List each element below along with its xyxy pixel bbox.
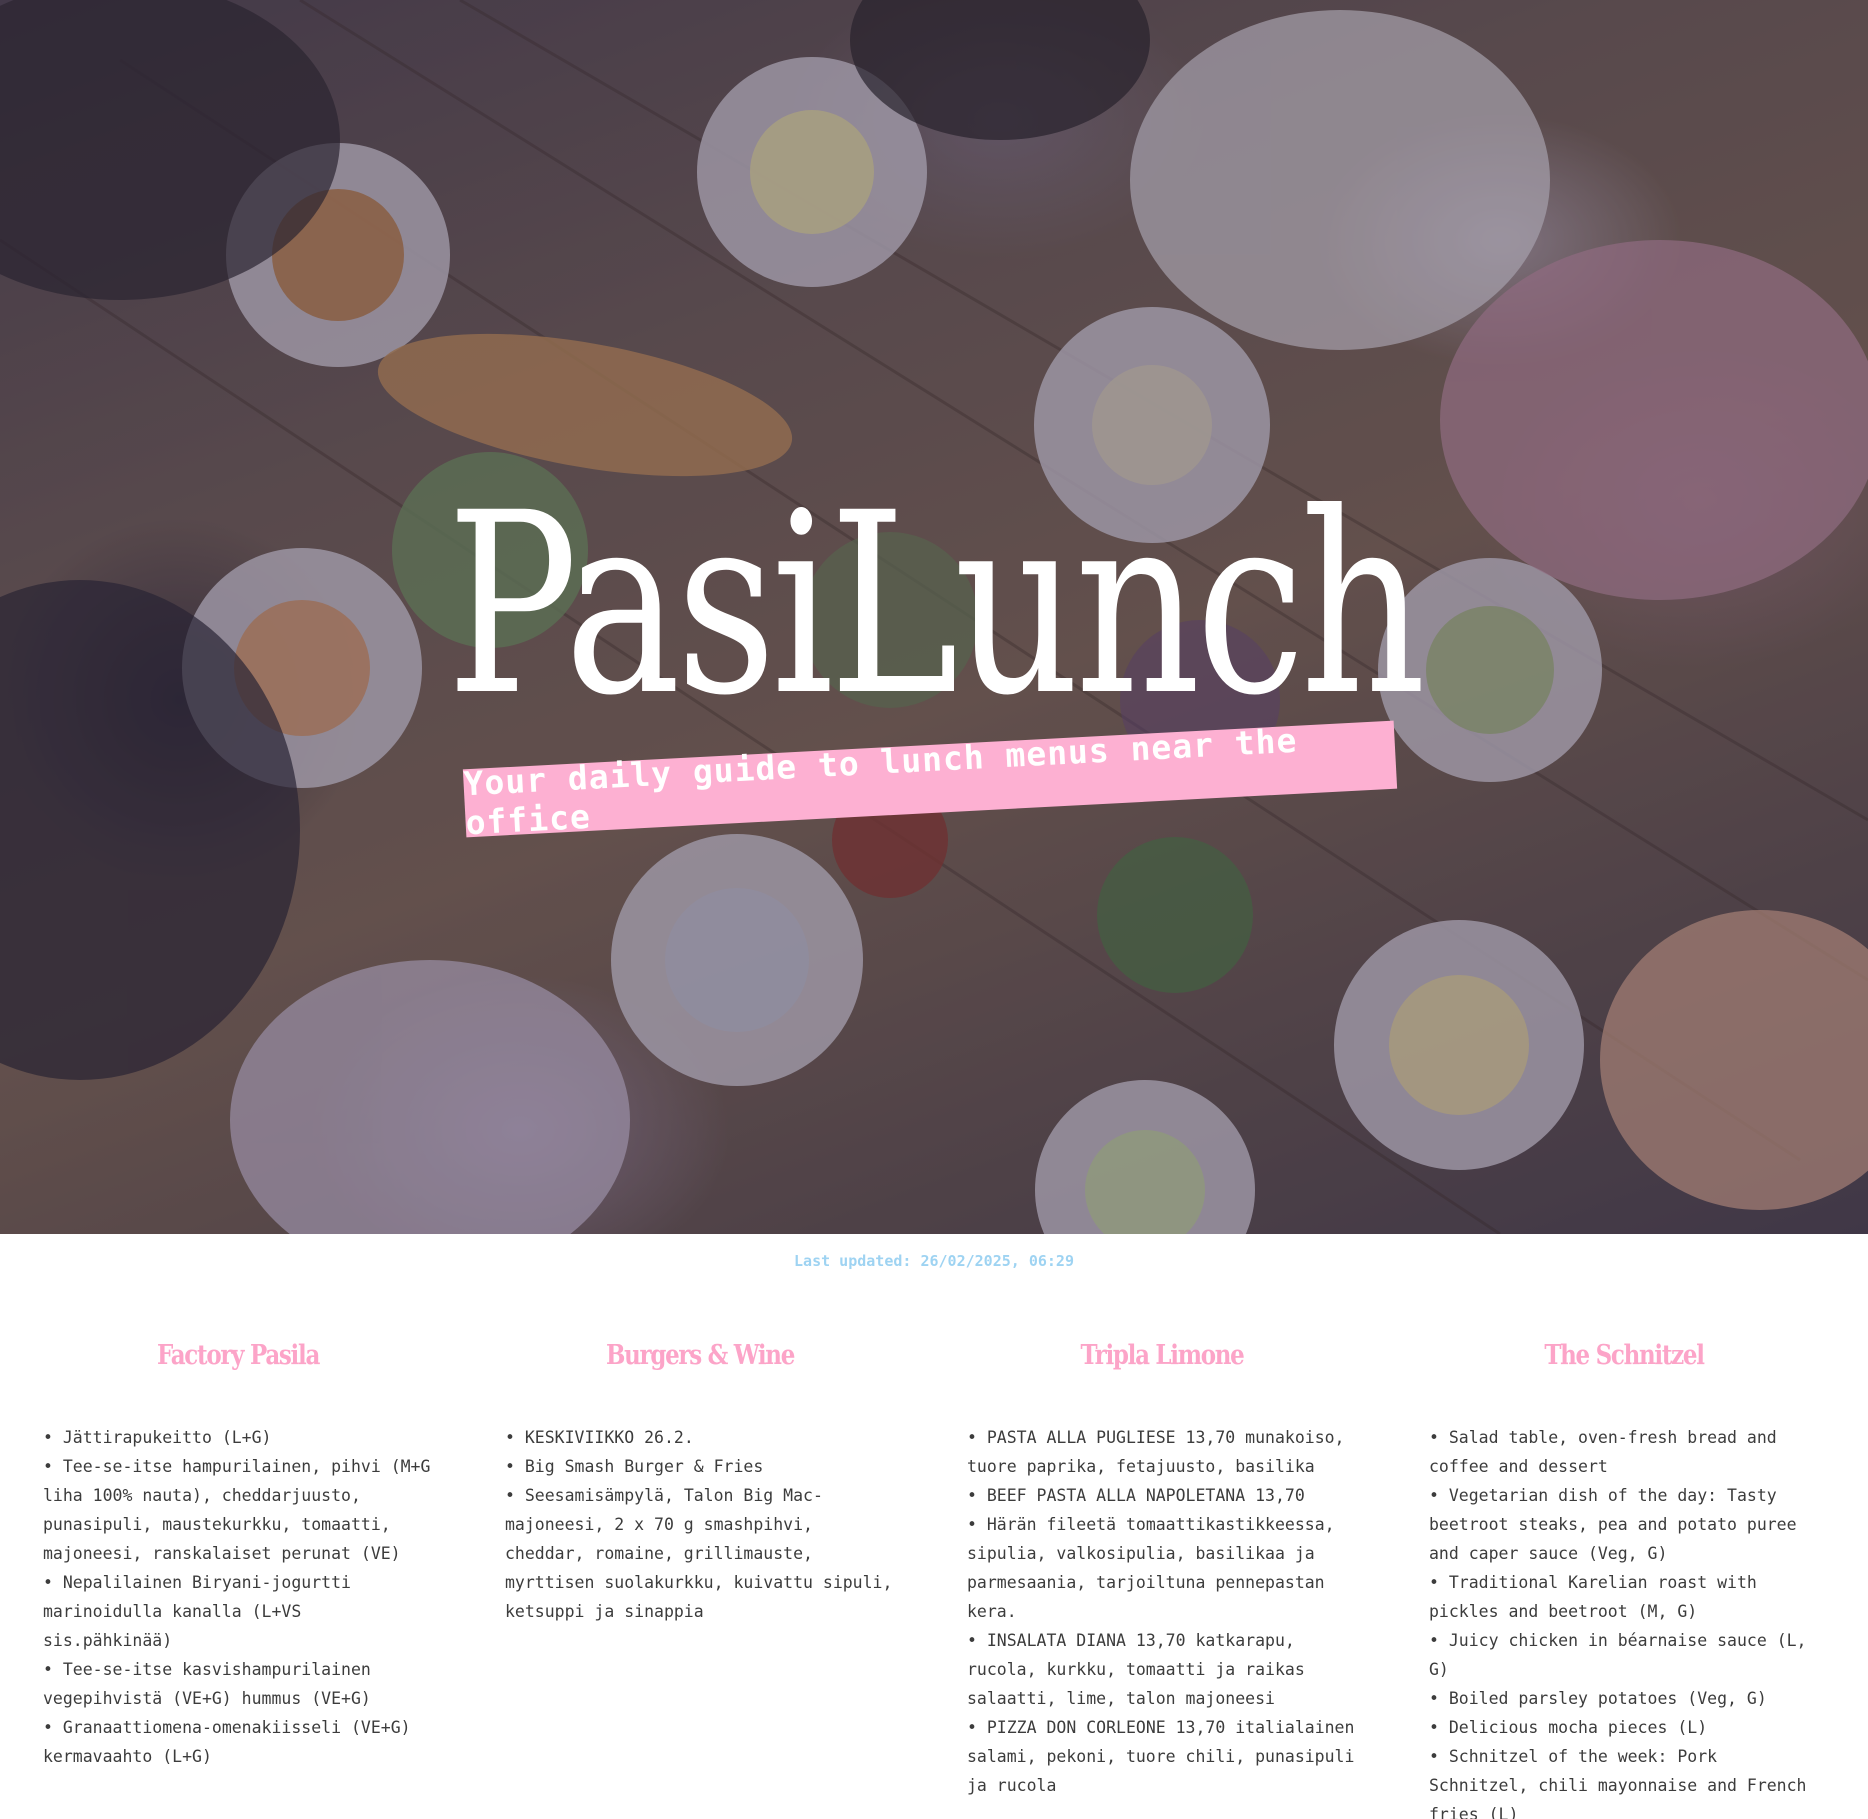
menu-item: PIZZA DON CORLEONE 13,70 italialainen sa… xyxy=(967,1713,1357,1800)
menu-item: INSALATA DIANA 13,70 katkarapu, rucola, … xyxy=(967,1626,1357,1713)
restaurant-name: Tripla Limone xyxy=(1080,1340,1244,1371)
restaurant-name: Factory Pasila xyxy=(156,1340,320,1371)
menu-list: KESKIVIIKKO 26.2. Big Smash Burger & Fri… xyxy=(505,1423,895,1626)
menu-list: PASTA ALLA PUGLIESE 13,70 munakoiso, tuo… xyxy=(967,1423,1357,1800)
menu-item: Juicy chicken in béarnaise sauce (L, G) xyxy=(1429,1626,1819,1684)
menu-item: Jättirapukeitto (L+G) xyxy=(43,1423,433,1452)
menu-item: Traditional Karelian roast with pickles … xyxy=(1429,1568,1819,1626)
restaurant-card-tripla-limone: Tripla Limone PASTA ALLA PUGLIESE 13,70 … xyxy=(967,1340,1357,1800)
restaurant-name: Burgers & Wine xyxy=(605,1340,795,1371)
menu-item: PASTA ALLA PUGLIESE 13,70 munakoiso, tuo… xyxy=(967,1423,1357,1481)
menu-list: Jättirapukeitto (L+G) Tee-se-itse hampur… xyxy=(43,1423,433,1771)
menu-item: Tee-se-itse hampurilainen, pihvi (M+G li… xyxy=(43,1452,433,1568)
restaurant-card-factory-pasila: Factory Pasila Jättirapukeitto (L+G) Tee… xyxy=(43,1340,433,1771)
menu-item: KESKIVIIKKO 26.2. xyxy=(505,1423,895,1452)
menu-item: Big Smash Burger & Fries xyxy=(505,1452,895,1481)
last-updated: Last updated: 26/02/2025, 06:29 xyxy=(794,1252,1074,1270)
menu-item: Nepalilainen Biryani-jogurtti marinoidul… xyxy=(43,1568,433,1655)
menu-item: Vegetarian dish of the day: Tasty beetro… xyxy=(1429,1481,1819,1568)
site-title: PasiLunch xyxy=(446,459,1426,750)
menu-item: Härän fileetä tomaattikastikkeessa, sipu… xyxy=(967,1510,1357,1626)
menu-list: Salad table, oven-fresh bread and coffee… xyxy=(1429,1423,1819,1819)
menu-item: BEEF PASTA ALLA NAPOLETANA 13,70 xyxy=(967,1481,1357,1510)
menu-item: Seesamisämpylä, Talon Big Mac-majoneesi,… xyxy=(505,1481,895,1626)
hero-banner: PasiLunch Your daily guide to lunch menu… xyxy=(0,0,1868,1234)
menu-item: Delicious mocha pieces (L) xyxy=(1429,1713,1819,1742)
restaurant-card-the-schnitzel: The Schnitzel Salad table, oven-fresh br… xyxy=(1429,1340,1819,1819)
menu-item: Granaattiomena-omenakiisseli (VE+G) kerm… xyxy=(43,1713,433,1771)
menu-item: Tee-se-itse kasvishampurilainen vegepihv… xyxy=(43,1655,433,1713)
menu-item: Boiled parsley potatoes (Veg, G) xyxy=(1429,1684,1819,1713)
restaurant-name: The Schnitzel xyxy=(1544,1340,1705,1371)
menu-item: Schnitzel of the week: Pork Schnitzel, c… xyxy=(1429,1742,1819,1819)
menu-item: Salad table, oven-fresh bread and coffee… xyxy=(1429,1423,1819,1481)
restaurant-card-burgers-wine: Burgers & Wine KESKIVIIKKO 26.2. Big Sma… xyxy=(505,1340,895,1626)
